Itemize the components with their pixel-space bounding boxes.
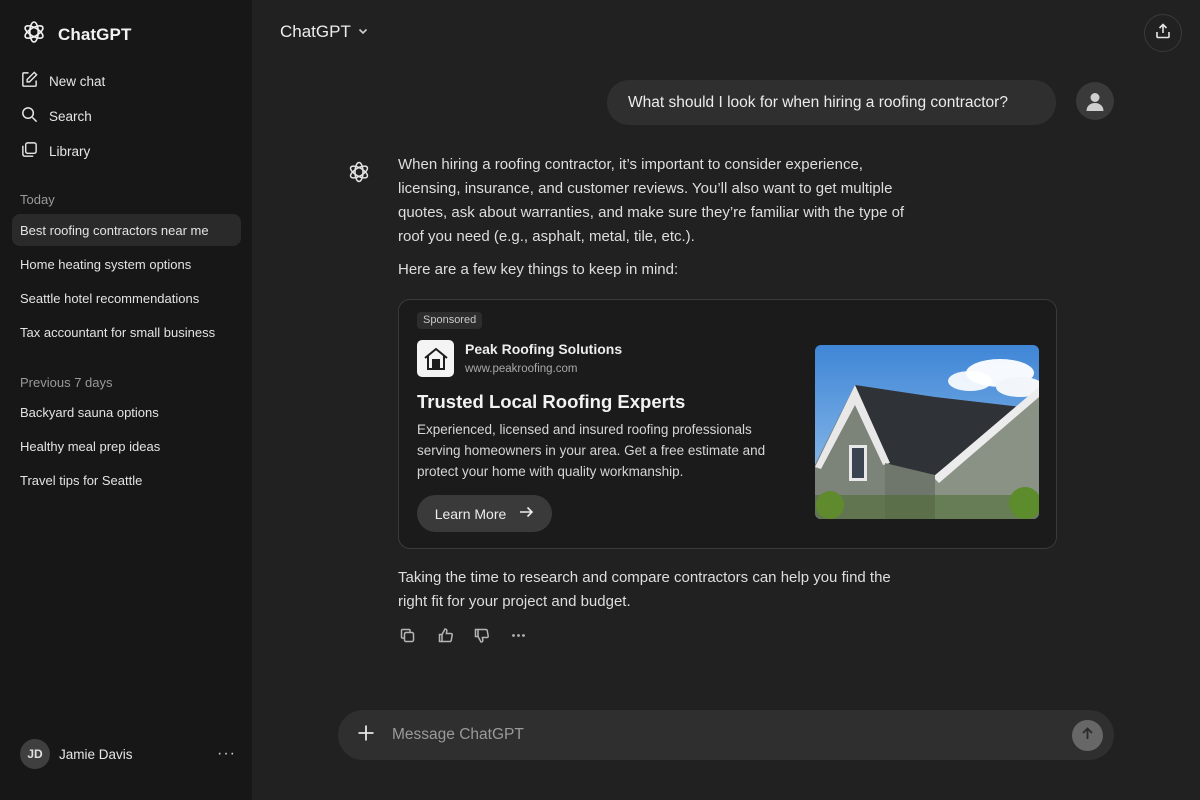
learn-more-button[interactable]: Learn More: [417, 495, 552, 532]
openai-logo-icon: [20, 18, 48, 51]
chevron-down-icon: [357, 22, 369, 42]
new-chat-icon: [20, 70, 39, 92]
history-item-hotel[interactable]: Seattle hotel recommendations: [12, 282, 241, 314]
sponsored-ad-card[interactable]: Sponsored Peak Roofing Solutions www.pea…: [398, 299, 1057, 549]
user-profile[interactable]: JD Jamie Davis ···: [20, 738, 236, 770]
arrow-right-icon: [518, 504, 534, 523]
section-today: Today: [20, 192, 55, 207]
assistant-paragraph-3: Taking the time to research and compare …: [398, 569, 891, 610]
assistant-paragraph-2: Here are a few key things to keep in min…: [398, 261, 679, 278]
history-item-tax[interactable]: Tax accountant for small business: [12, 316, 241, 348]
brand-name: ChatGPT: [58, 24, 132, 44]
copy-icon: [399, 627, 416, 649]
house-logo-icon: [417, 340, 454, 377]
message-composer: [338, 710, 1114, 760]
model-selector[interactable]: ChatGPT: [280, 22, 369, 42]
ad-headline[interactable]: Trusted Local Roofing Experts: [417, 391, 685, 413]
roof-house-image[interactable]: [815, 345, 1039, 519]
search-label: Search: [49, 108, 92, 124]
message-input[interactable]: [392, 720, 1052, 750]
model-name: ChatGPT: [280, 22, 351, 41]
attach-button[interactable]: [354, 723, 378, 747]
learn-more-label: Learn More: [434, 505, 507, 522]
user-menu-button[interactable]: ···: [217, 745, 236, 763]
sidebar: ChatGPT New chat Search Library Today Be…: [0, 0, 252, 800]
history-item-sauna[interactable]: Backyard sauna options: [12, 396, 241, 428]
arrow-up-icon: [1080, 726, 1095, 746]
new-chat-label: New chat: [49, 73, 106, 89]
more-options-button[interactable]: [508, 628, 528, 648]
assistant-paragraph-1: When hiring a roofing contractor, it’s i…: [398, 156, 905, 245]
user-avatar: JD: [20, 739, 50, 769]
new-chat-button[interactable]: New chat: [20, 70, 105, 92]
history-item-travel[interactable]: Travel tips for Seattle: [12, 464, 241, 496]
thumbs-up-icon: [437, 627, 454, 649]
search-button[interactable]: Search: [20, 105, 92, 127]
history-item-heating[interactable]: Home heating system options: [12, 248, 241, 280]
advertiser-url[interactable]: www.peakroofing.com: [465, 363, 578, 375]
section-previous: Previous 7 days: [20, 375, 113, 390]
library-button[interactable]: Library: [20, 140, 90, 162]
library-label: Library: [49, 143, 91, 159]
history-item-roofing[interactable]: Best roofing contractors near me: [12, 214, 241, 246]
search-icon: [20, 105, 39, 127]
share-icon: [1154, 22, 1172, 45]
ad-description: Experienced, licensed and insured roofin…: [417, 422, 766, 479]
thumbs-down-button[interactable]: [471, 628, 491, 648]
thumbs-up-button[interactable]: [435, 628, 455, 648]
copy-button[interactable]: [397, 628, 417, 648]
send-button[interactable]: [1072, 720, 1103, 751]
sponsored-badge: Sponsored: [417, 312, 483, 329]
library-icon: [20, 140, 39, 162]
history-item-meal-prep[interactable]: Healthy meal prep ideas: [12, 430, 241, 462]
plus-icon: [356, 723, 376, 748]
user-message: What should I look for when hiring a roo…: [607, 80, 1056, 125]
assistant-logo-icon: [345, 158, 373, 191]
user-avatar-icon: [1076, 82, 1114, 120]
advertiser-name[interactable]: Peak Roofing Solutions: [465, 341, 622, 357]
user-name: Jamie Davis: [59, 746, 133, 762]
brand[interactable]: ChatGPT: [20, 18, 131, 51]
thumbs-down-icon: [473, 627, 490, 649]
share-button[interactable]: [1144, 14, 1182, 52]
more-icon: [510, 627, 527, 649]
